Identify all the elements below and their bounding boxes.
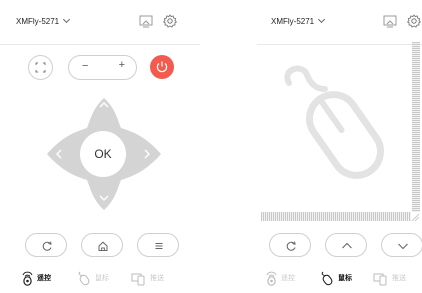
- scroll-up-button[interactable]: [325, 233, 367, 257]
- dpad-right-button[interactable]: [143, 149, 151, 159]
- remote-tab-icon: [266, 271, 277, 286]
- menu-icon: [155, 243, 163, 249]
- scroll-down-button[interactable]: [381, 233, 422, 257]
- dpad-up-button[interactable]: [99, 101, 109, 109]
- tab-mouse-label: 鼠标: [95, 275, 109, 282]
- horizontal-scrollbar[interactable]: [261, 212, 411, 221]
- home-button[interactable]: [81, 233, 123, 257]
- screen-mirror-icon[interactable]: [139, 15, 153, 28]
- tab-remote[interactable]: 遥控: [21, 269, 51, 287]
- resize-grip-icon: [411, 213, 420, 222]
- touchpad-area[interactable]: [257, 45, 412, 212]
- back-button[interactable]: [269, 233, 311, 257]
- back-button[interactable]: [25, 233, 67, 257]
- vertical-scrollbar[interactable]: [412, 42, 420, 212]
- back-icon: [286, 241, 296, 251]
- mouse-panel: XMFly-5271 遥控 鼠标 推送: [257, 0, 422, 293]
- remote-tab-icon: [22, 271, 33, 286]
- home-icon: [98, 241, 108, 251]
- tab-remote[interactable]: 遥控: [265, 269, 295, 287]
- tab-push[interactable]: 推送: [373, 269, 406, 287]
- chevron-up-icon: [342, 242, 352, 249]
- device-selector[interactable]: XMFly-5271: [271, 15, 326, 26]
- power-button[interactable]: [150, 55, 174, 79]
- chevron-down-icon: [318, 15, 326, 24]
- mouse-tab-icon: [78, 271, 90, 286]
- tab-remote-label: 遥控: [37, 275, 51, 282]
- volume-up-button[interactable]: +: [119, 59, 125, 71]
- bottom-tab-bar: 遥控 鼠标 推送: [0, 257, 200, 293]
- title-bar: XMFly-5271: [0, 0, 200, 45]
- dpad-left-button[interactable]: [55, 149, 63, 159]
- device-selector[interactable]: XMFly-5271: [16, 15, 71, 26]
- volume-control: − +: [68, 55, 137, 80]
- tab-remote-label: 遥控: [281, 275, 295, 282]
- dpad-down-button[interactable]: [99, 194, 109, 202]
- tab-push-label: 推送: [150, 275, 164, 282]
- push-tab-icon: [131, 273, 145, 285]
- fullscreen-icon: [35, 62, 46, 73]
- push-tab-icon: [373, 273, 387, 285]
- chevron-down-icon: [398, 243, 408, 250]
- tab-mouse-label: 鼠标: [338, 275, 352, 282]
- mouse-illustration: [284, 65, 384, 179]
- ok-button[interactable]: OK: [80, 131, 126, 177]
- chevron-down-icon: [63, 15, 71, 24]
- tab-push[interactable]: 推送: [131, 269, 164, 287]
- mouse-tab-icon: [321, 271, 333, 286]
- settings-gear-icon[interactable]: [163, 14, 177, 28]
- tab-push-label: 推送: [392, 275, 406, 282]
- device-name: XMFly-5271: [271, 17, 315, 26]
- power-icon: [156, 61, 168, 73]
- bottom-tab-bar: 遥控 鼠标 推送: [257, 257, 422, 293]
- menu-button[interactable]: [137, 233, 179, 257]
- volume-down-button[interactable]: −: [82, 60, 88, 72]
- fullscreen-button[interactable]: [28, 55, 53, 80]
- device-name: XMFly-5271: [16, 17, 60, 26]
- screen-mirror-icon[interactable]: [383, 15, 397, 28]
- title-bar: XMFly-5271: [257, 0, 422, 45]
- settings-gear-icon[interactable]: [407, 14, 421, 28]
- remote-panel: XMFly-5271 − + OK 遥控 鼠标 推送: [0, 0, 200, 293]
- tab-mouse[interactable]: 鼠标: [320, 269, 352, 287]
- tab-mouse[interactable]: 鼠标: [77, 269, 109, 287]
- back-icon: [42, 241, 52, 251]
